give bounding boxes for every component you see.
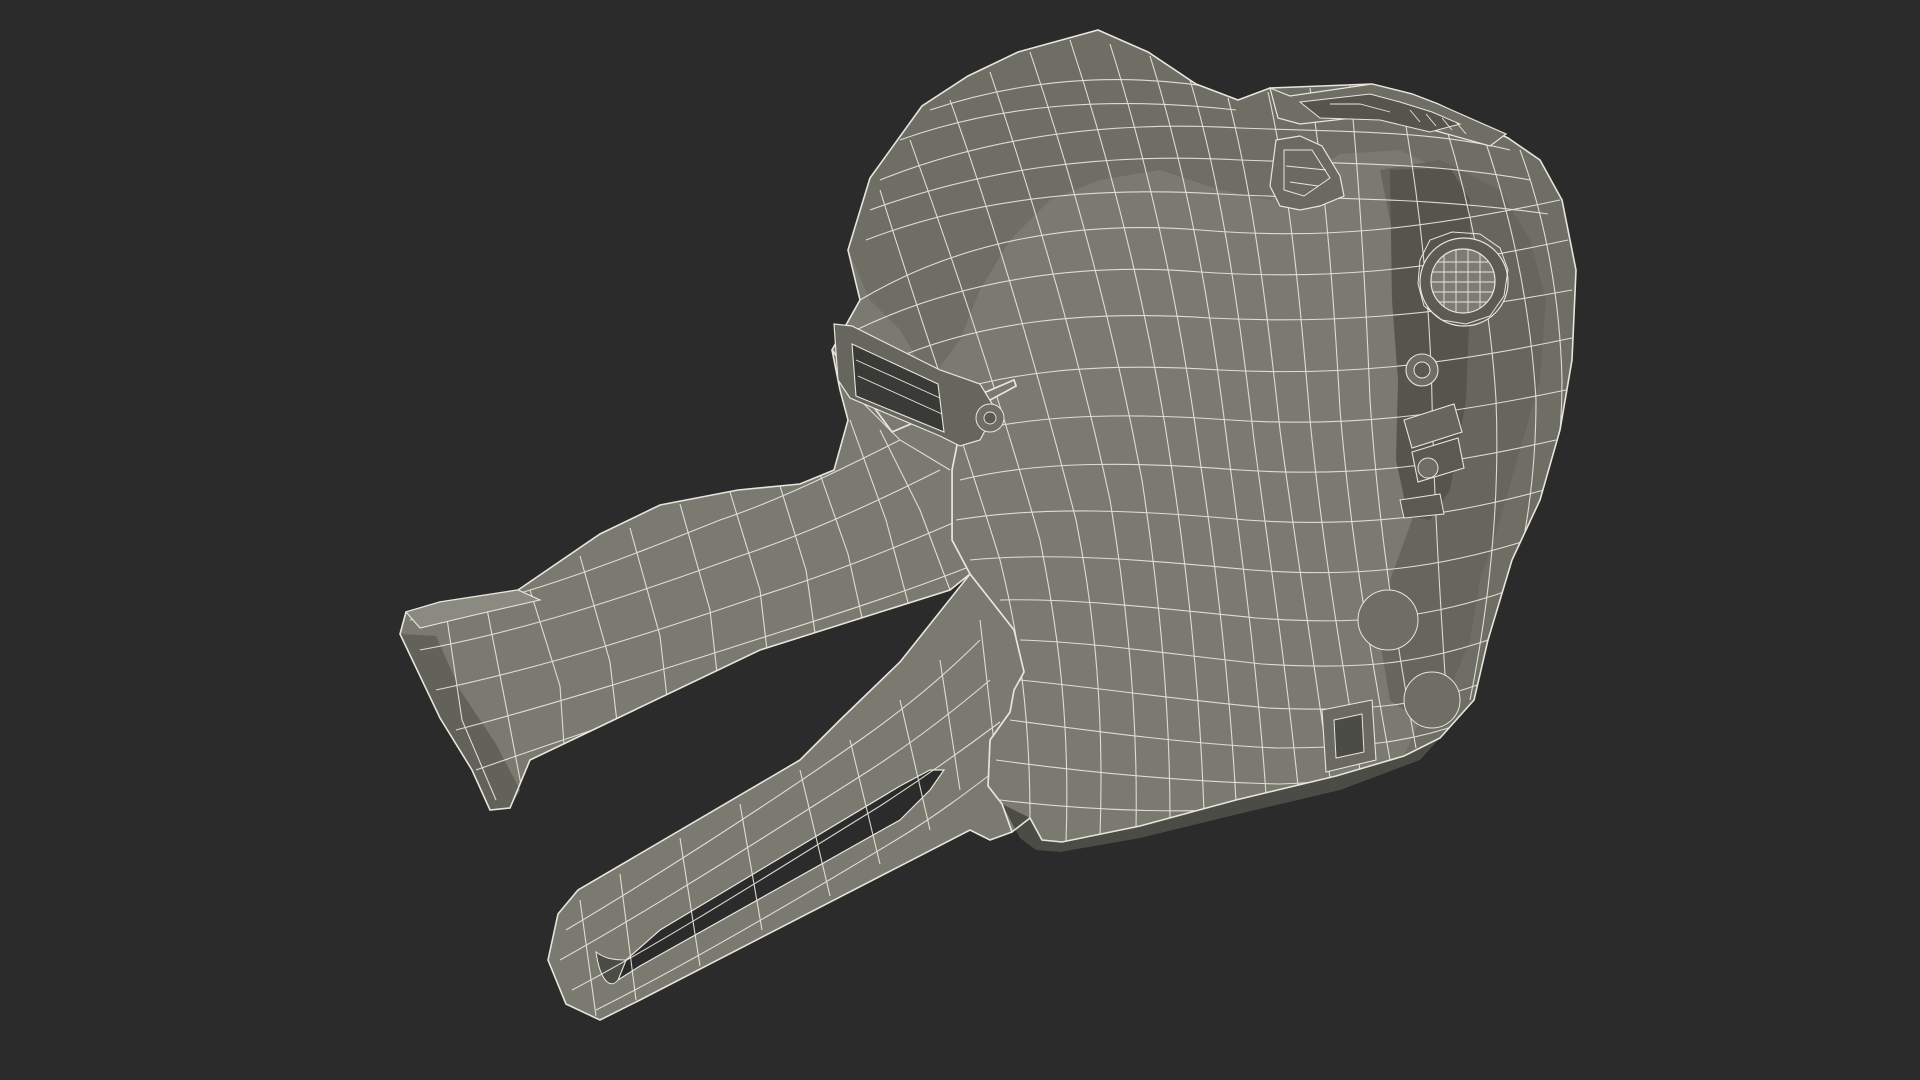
wireframe-render <box>399 29 1577 1021</box>
render-viewport <box>0 0 1920 1080</box>
bottom-latch <box>1321 699 1377 773</box>
